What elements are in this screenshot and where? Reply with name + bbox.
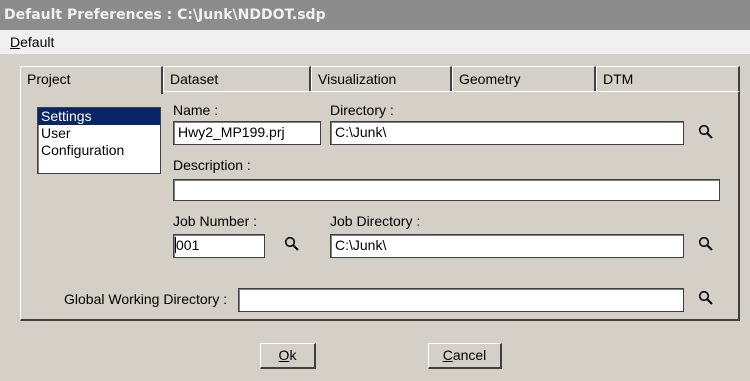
magnifier-icon[interactable] (698, 236, 714, 252)
category-item-configuration[interactable]: Configuration (38, 142, 160, 159)
global-dir-label: Global Working Directory : (64, 291, 228, 307)
category-listbox[interactable]: Settings User Configuration (37, 107, 161, 174)
magnifier-icon[interactable] (284, 236, 300, 252)
ok-button[interactable]: Ok (260, 343, 316, 369)
name-label: Name : (173, 102, 219, 118)
magnifier-icon[interactable] (698, 290, 714, 306)
description-label: Description : (173, 157, 251, 173)
category-item-user[interactable]: User (38, 125, 160, 142)
tab-dataset[interactable]: Dataset (163, 66, 311, 92)
description-input[interactable] (173, 179, 720, 201)
cancel-button[interactable]: Cancel (428, 343, 502, 369)
menu-bar: Default (0, 30, 750, 54)
job-directory-label: Job Directory : (330, 213, 421, 229)
tab-dtm[interactable]: DTM (596, 66, 740, 92)
global-dir-input[interactable] (238, 288, 684, 312)
tab-project[interactable]: Project (20, 66, 163, 94)
job-directory-input[interactable]: C:\Junk\ (330, 234, 684, 258)
menu-default[interactable]: Default (10, 34, 54, 50)
window-title: Default Preferences : C:\Junk\NDDOT.sdp (0, 0, 750, 30)
job-number-label: Job Number : (173, 213, 258, 229)
name-input[interactable]: Hwy2_MP199.prj (173, 121, 321, 145)
directory-label: Directory : (330, 102, 394, 118)
directory-input[interactable]: C:\Junk\ (330, 121, 684, 145)
category-item-settings[interactable]: Settings (38, 108, 160, 125)
tab-visualization[interactable]: Visualization (311, 66, 452, 92)
tab-geometry[interactable]: Geometry (452, 66, 596, 92)
magnifier-icon[interactable] (698, 124, 714, 140)
job-number-input[interactable]: 001 (173, 234, 265, 258)
tab-strip: Project Dataset Visualization Geometry D… (0, 66, 750, 94)
